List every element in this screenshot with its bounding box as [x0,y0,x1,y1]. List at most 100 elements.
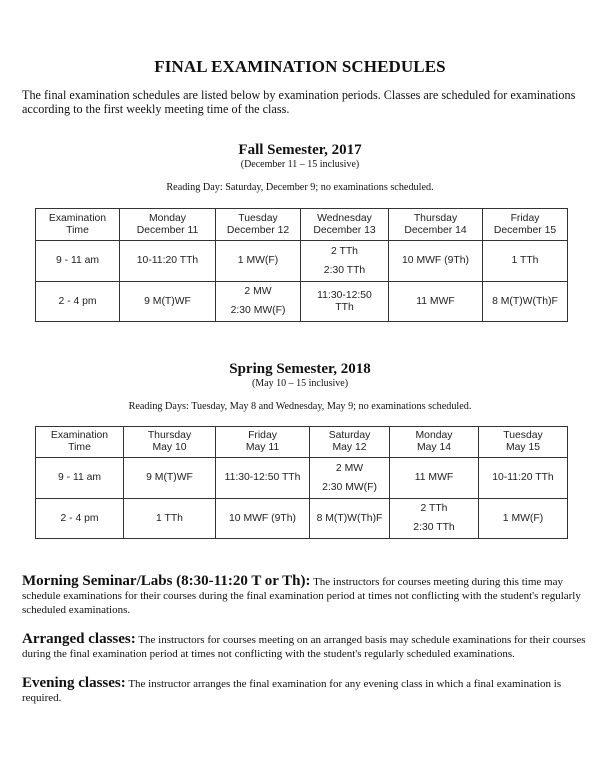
class-slot: 2:30 MW(F) [322,481,377,493]
schedule-cell: 10 MWF (9Th) [388,240,483,282]
header-line1: Saturday [328,430,371,441]
table-row: 9 - 11 am 10-11:20 TTh 1 MW(F) 2 TTh 2:30 TT… [35,240,568,282]
header-line1: Monday [149,212,186,224]
exam-time: 9 - 11 am [57,472,102,483]
note-morning-seminar-heading: Morning Seminar/Labs (8:30-11:20 T or Th… [22,573,311,589]
header-line2: May 14 [416,442,452,453]
header-line2: December 15 [493,224,557,236]
note-evening-classes-heading: Evening classes: [22,675,126,691]
header-line2: Time [68,442,91,453]
schedule-cell: 10-11:20 TTh [119,240,216,282]
class-slot: 11:30-12:50 TTh [224,472,301,483]
exam-time: 9 - 11 am [55,255,100,266]
class-slot: 1 MW(F) [237,255,279,266]
schedule-cell: 11:30-12:50 TTh [300,281,389,322]
header-line2: December 13 [313,224,376,236]
exam-time: 2 - 4 pm [60,512,99,524]
class-slot: 9 M(T)WF [144,295,191,307]
schedule-cell: 2 MW 2:30 MW(F) [215,281,301,322]
class-slot: 11:30-12:50 [317,289,372,301]
header-line1: Tuesday [238,212,278,224]
schedule-cell: 9 M(T)WF [119,281,216,322]
column-header-day: Tuesday May 15 [478,426,568,458]
table-row: 2 - 4 pm 1 TTh 10 MWF (9Th) 8 M(T)W(Th)F 2 T… [35,498,568,539]
class-slot: 2:30 TTh [413,522,455,533]
fall-semester-range: (December 11 – 15 inclusive) [240,159,360,170]
fall-semester-title: Fall Semester, 2017 [238,142,362,158]
class-slot: TTh [335,301,354,313]
schedule-cell: 11:30-12:50 TTh [215,457,310,499]
exam-time-cell: 2 - 4 pm [35,498,124,539]
class-slot: 9 M(T)WF [146,472,193,483]
page-title: FINAL EXAMINATION SCHEDULES [154,57,446,76]
schedule-cell: 11 MWF [388,281,483,322]
exam-time-cell: 9 - 11 am [35,240,120,282]
column-header-time: Examination Time [35,426,124,458]
column-header-time: Examination Time [35,208,120,241]
header-line2: December 11 [136,224,199,236]
note-morning-seminar: Morning Seminar/Labs (8:30-11:20 T or Th… [22,574,587,617]
class-slot: 2 TTh [420,503,448,514]
exam-time: 2 - 4 pm [58,295,97,307]
schedule-cell: 10 MWF (9Th) [215,498,310,539]
class-slot: 10 MWF (9Th) [229,512,296,524]
schedule-cell: 2 MW 2:30 MW(F) [309,457,390,499]
class-slot: 1 TTh [156,512,183,524]
schedule-cell: 2 TTh 2:30 TTh [389,498,479,539]
schedule-cell: 10-11:20 TTh [478,457,568,499]
spring-reading-days: Reading Days: Tuesday, May 8 and Wednesd… [128,401,472,412]
fall-reading-day: Reading Day: Saturday, December 9; no ex… [166,182,434,193]
header-line2: May 15 [505,442,541,453]
note-arranged-classes-heading: Arranged classes: [22,631,136,647]
note-arranged-classes: Arranged classes: The instructors for co… [22,632,587,661]
column-header-day: Monday December 11 [119,208,216,241]
header-line2: December 14 [404,224,467,236]
class-slot: 8 M(T)W(Th)F [316,512,383,524]
header-line1: Thursday [147,430,192,441]
class-slot: 11 MWF [414,472,454,483]
table-row: 9 - 11 am 9 M(T)WF 11:30-12:50 TTh 2 MW 2:30… [35,457,568,499]
column-header-day: Friday December 15 [482,208,568,241]
schedule-cell: 1 TTh [482,240,568,282]
class-slot: 10-11:20 TTh [492,472,554,483]
class-slot: 10-11:20 TTh [136,255,199,266]
header-line1: Examination [48,212,107,224]
header-row: Examination Time Monday December 11 Tuesday D… [35,208,568,241]
header-line2: December 12 [226,224,290,236]
header-line1: Thursday [413,212,458,224]
schedule-cell: 2 TTh 2:30 TTh [300,240,389,282]
class-slot: 11 MWF [416,295,455,307]
exam-time-cell: 9 - 11 am [35,457,124,499]
schedule-cell: 8 M(T)W(Th)F [309,498,390,539]
class-slot: 2 MW [335,462,364,474]
header-line2: May 11 [245,442,280,453]
table-row: 2 - 4 pm 9 M(T)WF 2 MW 2:30 MW(F) 11:30-12:5… [35,281,568,322]
class-slot: 10 MWF (9Th) [402,255,469,266]
header-line2: Time [66,224,89,236]
schedule-cell: 1 MW(F) [215,240,301,282]
fall-schedule-table: Examination Time Monday December 11 Tuesday D… [35,208,568,322]
note-evening-classes: Evening classes: The instructor arranges… [22,676,587,705]
class-slot: 1 TTh [511,255,539,266]
schedule-cell: 8 M(T)W(Th)F [482,281,568,322]
schedule-cell: 1 TTh [123,498,216,539]
header-row: Examination Time Thursday May 10 Friday May 1… [35,426,568,458]
class-slot: 2:30 TTh [323,264,366,276]
exam-time-cell: 2 - 4 pm [35,281,120,322]
header-line1: Friday [248,430,277,441]
class-slot: 2 MW [244,286,272,297]
class-slot: 2:30 MW(F) [230,305,286,316]
header-line1: Examination [50,430,109,441]
schedule-cell: 9 M(T)WF [123,457,216,499]
column-header-day: Thursday December 14 [388,208,483,241]
header-line2: May 12 [332,442,367,453]
header-line1: Monday [415,430,453,441]
column-header-day: Thursday May 10 [123,426,216,458]
class-slot: 2 TTh [331,245,358,257]
schedule-cell: 1 MW(F) [478,498,568,539]
header-line1: Friday [510,212,540,224]
spring-semester-title: Spring Semester, 2018 [229,361,371,377]
intro-paragraph: The final examination schedules are list… [22,88,576,116]
column-header-day: Monday May 14 [389,426,479,458]
column-header-day: Tuesday December 12 [215,208,301,241]
